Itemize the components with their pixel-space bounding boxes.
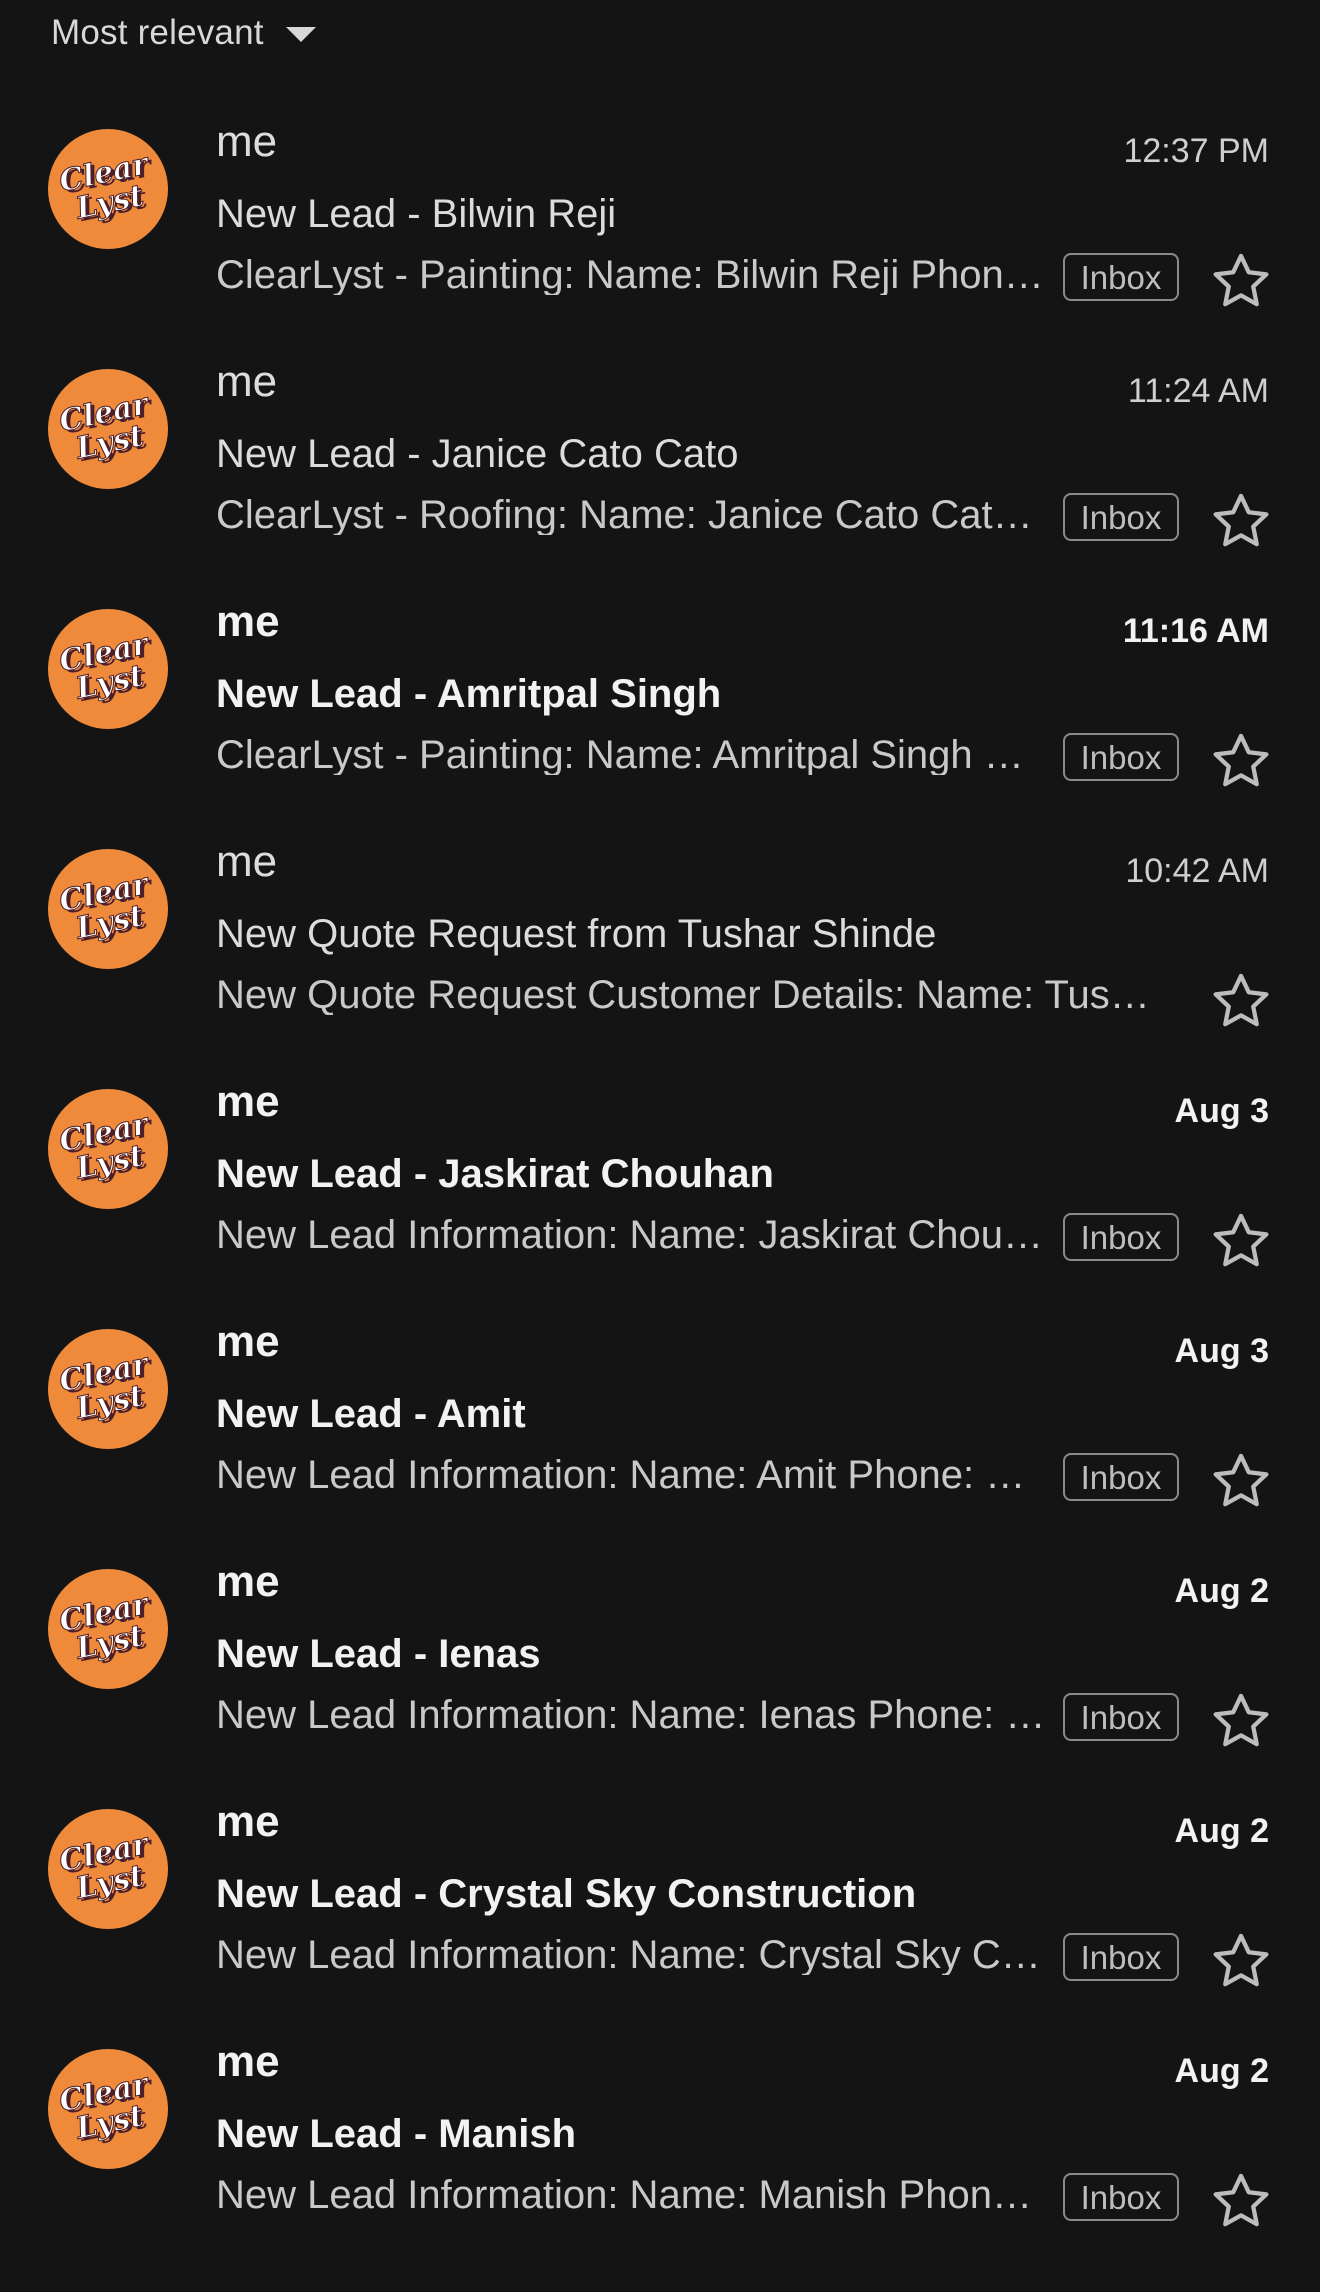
email-row[interactable]: Clear Clear Lyst Lyst me 11:16 AM New Lead - A…: [0, 592, 1320, 832]
clearlyst-logo-avatar[interactable]: Clear Clear Lyst Lyst: [48, 609, 168, 729]
email-row[interactable]: Clear Clear Lyst Lyst me Aug 3 New Lead - Jask…: [0, 1072, 1320, 1312]
email-subject: New Quote Request from Tushar Shinde: [216, 912, 937, 956]
email-row[interactable]: Clear Clear Lyst Lyst me Aug 2 New Lead - Mani…: [0, 2032, 1320, 2272]
sender-name: me: [216, 597, 280, 646]
email-preview: New Quote Request Customer Details: Name…: [216, 975, 1166, 1015]
inbox-label-chip: Inbox: [1063, 1933, 1179, 1981]
star-icon[interactable]: [1209, 1209, 1273, 1273]
star-icon[interactable]: [1209, 729, 1273, 793]
received-time: Aug 2: [1174, 1572, 1269, 1610]
star-icon[interactable]: [1209, 1929, 1273, 1993]
email-preview: New Lead Information: Name: Manish Phone…: [216, 2175, 1050, 2215]
inbox-label-chip: Inbox: [1063, 733, 1179, 781]
email-preview: ClearLyst - Painting: Name: Amritpal Sin…: [216, 735, 1050, 775]
email-subject: New Lead - Amritpal Singh: [216, 672, 722, 716]
sender-name: me: [216, 117, 278, 166]
sender-name: me: [216, 1797, 280, 1846]
sender-name: me: [216, 837, 278, 886]
received-time: Aug 2: [1174, 1812, 1269, 1850]
email-preview: New Lead Information: Name: Jaskirat Cho…: [216, 1215, 1050, 1255]
star-icon[interactable]: [1209, 1449, 1273, 1513]
clearlyst-logo-avatar[interactable]: Clear Clear Lyst Lyst: [48, 1809, 168, 1929]
sort-dropdown[interactable]: Most relevant: [51, 0, 316, 66]
star-icon[interactable]: [1209, 2169, 1273, 2233]
email-subject: New Lead - Jaskirat Chouhan: [216, 1152, 774, 1196]
clearlyst-logo-avatar[interactable]: Clear Clear Lyst Lyst: [48, 1569, 168, 1689]
inbox-label-chip: Inbox: [1063, 253, 1179, 301]
sender-name: me: [216, 1077, 280, 1126]
inbox-label-chip: Inbox: [1063, 1453, 1179, 1501]
star-icon[interactable]: [1209, 1689, 1273, 1753]
received-time: 12:37 PM: [1123, 132, 1269, 170]
received-time: Aug 3: [1174, 1092, 1269, 1130]
email-row[interactable]: Clear Clear Lyst Lyst me 11:24 AM New Lead - J…: [0, 352, 1320, 592]
email-preview: New Lead Information: Name: Ienas Phone:…: [216, 1695, 1046, 1735]
email-subject: New Lead - Manish: [216, 2112, 577, 2156]
sender-name: me: [216, 2037, 280, 2086]
email-row[interactable]: Clear Clear Lyst Lyst me Aug 3 New Lead - Amit…: [0, 1312, 1320, 1552]
clearlyst-logo-avatar[interactable]: Clear Clear Lyst Lyst: [48, 849, 168, 969]
email-subject: New Lead - Amit: [216, 1392, 526, 1436]
email-row[interactable]: Clear Clear Lyst Lyst me 10:42 AM New Quote Re…: [0, 832, 1320, 1072]
received-time: 11:24 AM: [1127, 372, 1269, 410]
email-subject: New Lead - Crystal Sky Construction: [216, 1872, 917, 1916]
email-preview: New Lead Information: Name: Crystal Sky …: [216, 1935, 1050, 1975]
sender-name: me: [216, 1317, 280, 1366]
email-row[interactable]: Clear Clear Lyst Lyst me 12:37 PM New Lead - B…: [0, 112, 1320, 352]
email-preview: ClearLyst - Roofing: Name: Janice Cato C…: [216, 495, 1050, 535]
received-time: 10:42 AM: [1125, 852, 1269, 890]
star-icon[interactable]: [1209, 969, 1273, 1033]
email-subject: New Lead - Janice Cato Cato: [216, 432, 739, 476]
star-icon[interactable]: [1209, 249, 1273, 313]
sender-name: me: [216, 357, 278, 406]
star-icon[interactable]: [1209, 489, 1273, 553]
caret-down-icon: [285, 27, 316, 42]
clearlyst-logo-avatar[interactable]: Clear Clear Lyst Lyst: [48, 1329, 168, 1449]
received-time: Aug 2: [1174, 2052, 1269, 2090]
email-row[interactable]: Clear Clear Lyst Lyst me Aug 2 New Lead - Iena…: [0, 1552, 1320, 1792]
sender-name: me: [216, 1557, 280, 1606]
email-preview: New Lead Information: Name: Amit Phone: …: [216, 1455, 1026, 1495]
inbox-label-chip: Inbox: [1063, 493, 1179, 541]
clearlyst-logo-avatar[interactable]: Clear Clear Lyst Lyst: [48, 2049, 168, 2169]
email-list: Clear Clear Lyst Lyst me 12:37 PM New Lead - B…: [0, 112, 1320, 2272]
email-preview: ClearLyst - Painting: Name: Bilwin Reji …: [216, 255, 1050, 295]
clearlyst-logo-avatar[interactable]: Clear Clear Lyst Lyst: [48, 1089, 168, 1209]
inbox-label-chip: Inbox: [1063, 2173, 1179, 2221]
received-time: 11:16 AM: [1122, 612, 1269, 650]
clearlyst-logo-avatar[interactable]: Clear Clear Lyst Lyst: [48, 129, 168, 249]
email-subject: New Lead - Bilwin Reji: [216, 192, 617, 236]
sort-label: Most relevant: [51, 13, 264, 52]
inbox-label-chip: Inbox: [1063, 1693, 1179, 1741]
clearlyst-logo-avatar[interactable]: Clear Clear Lyst Lyst: [48, 369, 168, 489]
inbox-label-chip: Inbox: [1063, 1213, 1179, 1261]
received-time: Aug 3: [1174, 1332, 1269, 1370]
email-subject: New Lead - Ienas: [216, 1632, 541, 1676]
email-row[interactable]: Clear Clear Lyst Lyst me Aug 2 New Lead - Crys…: [0, 1792, 1320, 2032]
